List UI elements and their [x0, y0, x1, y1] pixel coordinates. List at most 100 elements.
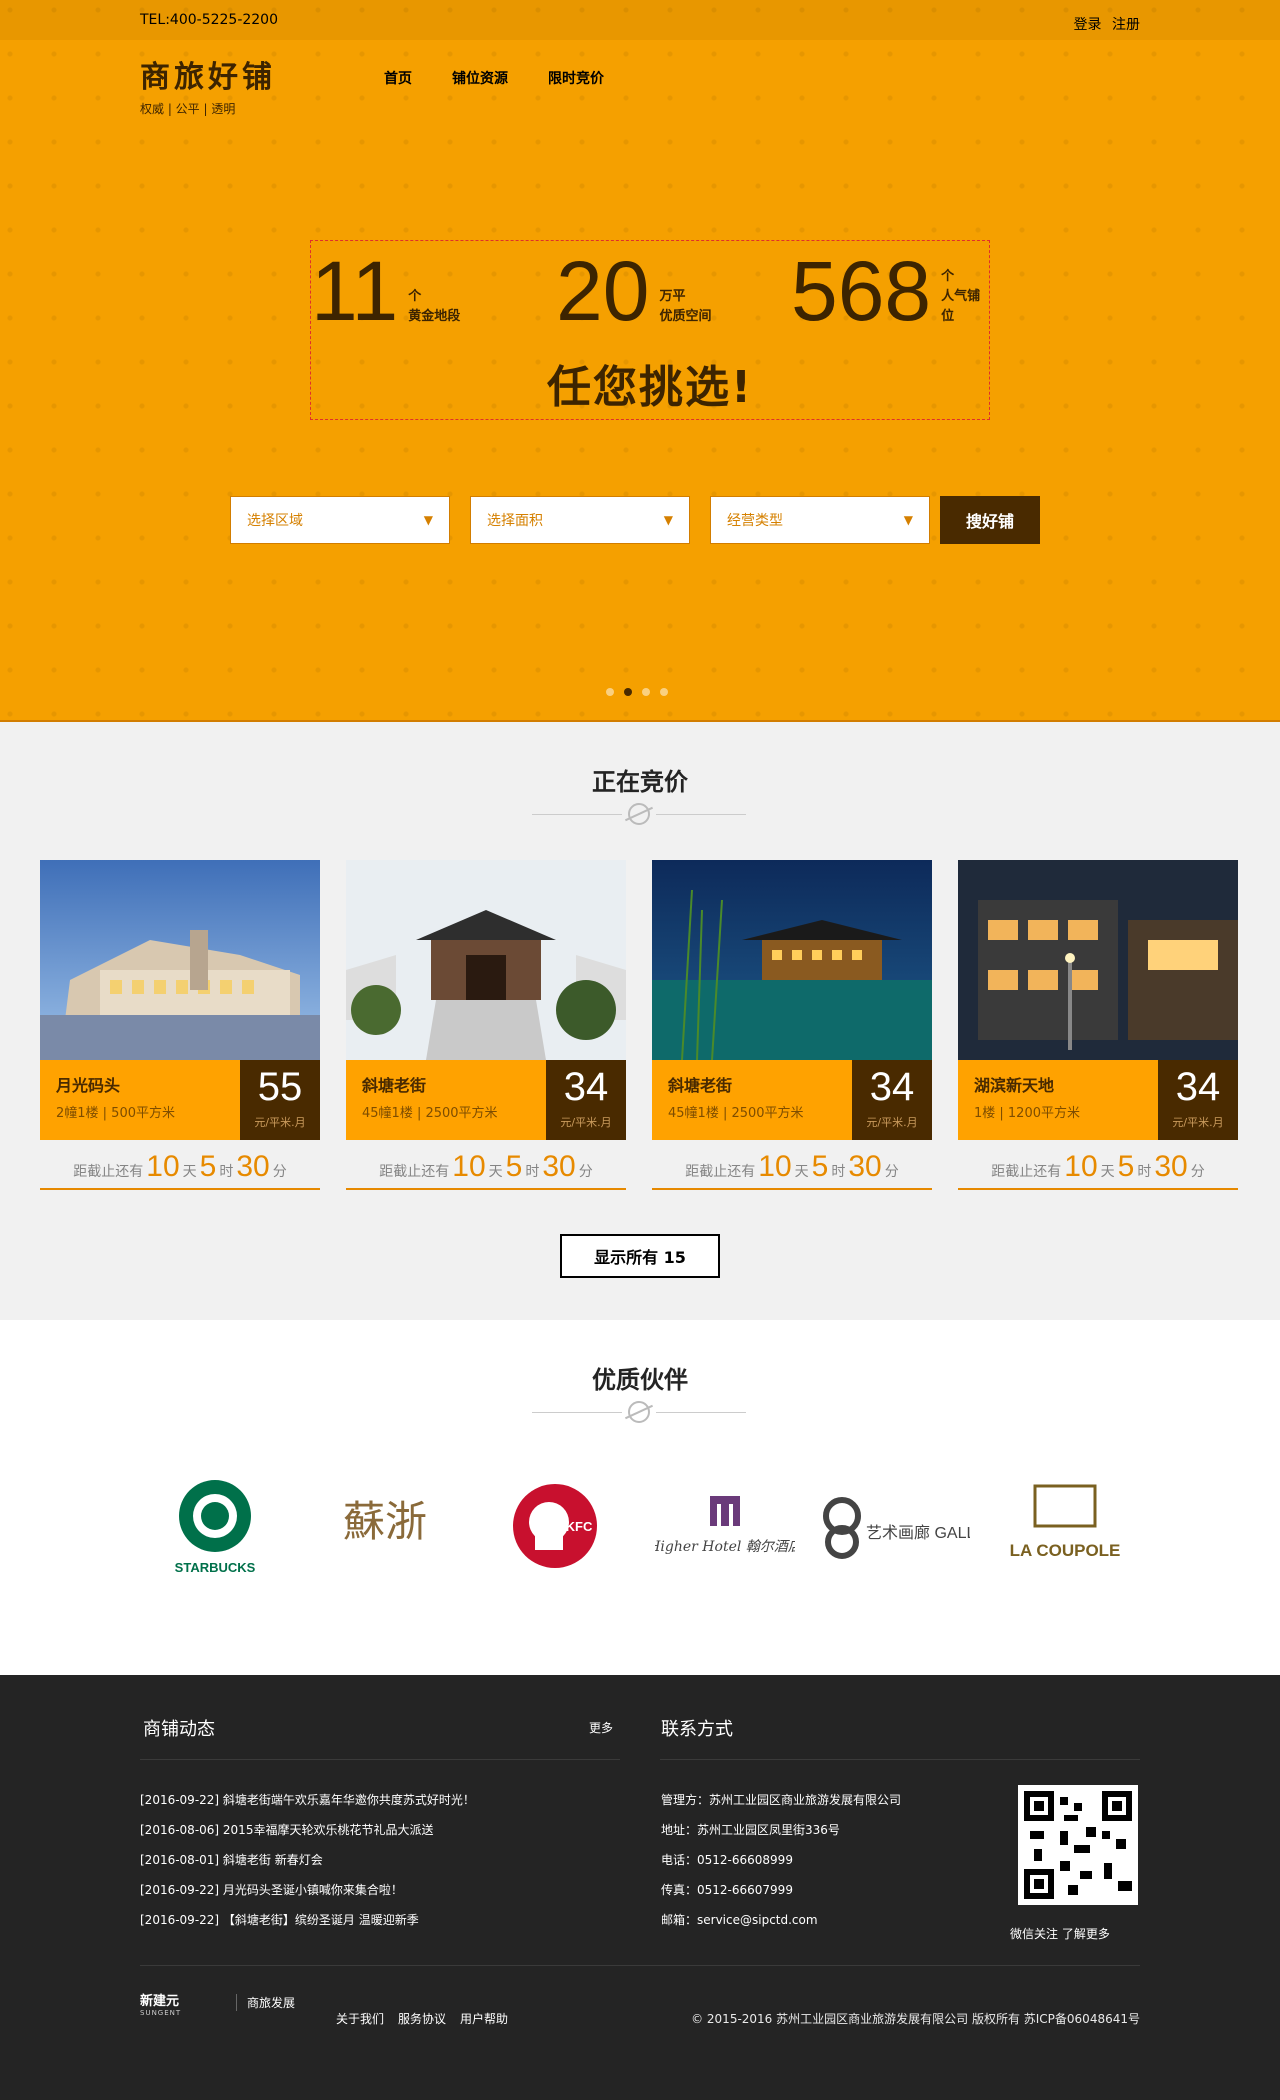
- shop-photo: [40, 860, 320, 1060]
- price-box: 34 元/平米.月: [546, 1060, 626, 1140]
- minutes-unit: 分: [884, 1164, 899, 1180]
- svg-text:蘇浙: 蘇浙: [343, 1497, 427, 1546]
- shop-photo-art: [958, 860, 1238, 1060]
- svg-text:Higher Hotel 翰尔酒店: Higher Hotel 翰尔酒店: [655, 1539, 795, 1555]
- contact-list: 管理方：苏州工业园区商业旅游发展有限公司 地址：苏州工业园区凤里街336号 电话…: [661, 1785, 901, 1935]
- hero-banner: TEL:400-5225-2200 登录 注册 商旅好铺 权威 | 公平 | 透…: [0, 0, 1280, 720]
- countdown: 距截止还有 10 天 5时 30 分: [652, 1150, 932, 1190]
- area-select[interactable]: 选择区域 ▼: [230, 496, 450, 544]
- minutes-unit: 分: [272, 1164, 287, 1180]
- chevron-down-icon: ▼: [423, 513, 433, 527]
- brand2-name: 商旅发展: [247, 1996, 296, 2010]
- carousel-dot[interactable]: [606, 688, 614, 696]
- days-unit: 天: [1100, 1164, 1115, 1180]
- stat-unit: 个: [408, 289, 422, 304]
- shop-photo: [652, 860, 932, 1060]
- news-more-link[interactable]: 更多: [589, 1719, 613, 1736]
- shop-name: 斜塘老街: [668, 1076, 733, 1095]
- carousel-dot-active[interactable]: [624, 688, 632, 696]
- terms-link[interactable]: 服务协议: [398, 2010, 446, 2027]
- price-unit: 元/平米.月: [560, 1116, 612, 1129]
- news-item[interactable]: [2016-09-22] 斜塘老街端午欢乐嘉年华邀你共度苏式好时光！: [140, 1785, 640, 1815]
- qr-caption: 微信关注 了解更多: [1010, 1927, 1110, 1941]
- svg-text:STARBUCKS: STARBUCKS: [175, 1560, 256, 1575]
- news-item[interactable]: [2016-09-22] 月光码头圣诞小镇喊你来集合啦！: [140, 1875, 640, 1905]
- countdown-label: 距截止还有: [379, 1164, 450, 1180]
- days-unit: 天: [182, 1164, 197, 1180]
- minutes-unit: 分: [578, 1164, 593, 1180]
- minutes-unit: 分: [1190, 1164, 1205, 1180]
- partner-logo-starbucks[interactable]: STARBUCKS: [140, 1476, 290, 1576]
- countdown-hours: 5: [199, 1150, 217, 1183]
- contact-manager: 管理方：苏州工业园区商业旅游发展有限公司: [661, 1793, 902, 1807]
- stat-number: 11: [311, 244, 399, 338]
- countdown: 距截止还有 10 天 5时 30 分: [958, 1150, 1238, 1190]
- partner-logo-higher-hotel[interactable]: Higher Hotel 翰尔酒店: [650, 1476, 800, 1576]
- stat-space: 20 万平 优质空间: [556, 241, 711, 341]
- size-select[interactable]: 选择面积 ▼: [470, 496, 690, 544]
- register-link[interactable]: 注册: [1112, 17, 1140, 33]
- type-select[interactable]: 经营类型 ▼: [710, 496, 930, 544]
- card-info: 月光码头 2幢1楼 | 500平方米 55 元/平米.月: [40, 1060, 320, 1140]
- main-nav: 首页 铺位资源 限时竞价: [384, 68, 604, 88]
- section-title: 优质伙伴: [592, 1366, 688, 1394]
- shop-meta: 45幢1楼 | 2500平方米: [362, 1106, 498, 1121]
- news-item[interactable]: [2016-08-06] 2015幸福摩天轮欢乐桃花节礼品大派送: [140, 1815, 640, 1845]
- qr-code-icon: [1024, 1791, 1132, 1899]
- shop-meta: 2幢1楼 | 500平方米: [56, 1106, 175, 1121]
- news-item[interactable]: [2016-08-01] 斜塘老街 新春灯会: [140, 1845, 640, 1875]
- price-box: 55 元/平米.月: [240, 1060, 320, 1140]
- partner-logo-gallery[interactable]: 艺术画廊 GALLERY: [820, 1476, 970, 1576]
- news-item[interactable]: [2016-09-22] 【斜塘老街】缤纷圣诞月 温暖迎新季: [140, 1905, 640, 1935]
- contact-phone: 电话：0512-66608999: [661, 1853, 793, 1867]
- countdown-hours: 5: [505, 1150, 523, 1183]
- partner-logo-la-coupole[interactable]: LA COUPOLE: [990, 1476, 1140, 1576]
- news-heading: 商铺动态: [143, 1719, 215, 1740]
- stat-number: 20: [556, 244, 650, 338]
- partner-logo-suzhe[interactable]: 蘇浙: [310, 1476, 460, 1576]
- logo-title: 商旅好铺: [140, 60, 276, 95]
- countdown-days: 10: [758, 1150, 792, 1183]
- auction-card[interactable]: 湖滨新天地 1楼 | 1200平方米 34 元/平米.月 距截止还有 10 天 5…: [958, 860, 1238, 1190]
- sungent-logo[interactable]: 新建元 SUNGENT: [140, 1990, 181, 2017]
- carousel-dot[interactable]: [642, 688, 650, 696]
- shanglv-logo[interactable]: 商旅发展: [236, 1994, 295, 2011]
- hours-unit: 时: [219, 1164, 234, 1180]
- chevron-down-icon: ▼: [663, 513, 673, 527]
- auction-card[interactable]: 斜塘老街 45幢1楼 | 2500平方米 34 元/平米.月 距截止还有 10 天…: [346, 860, 626, 1190]
- news-list: [2016-09-22] 斜塘老街端午欢乐嘉年华邀你共度苏式好时光！ [2016…: [140, 1785, 640, 1935]
- auction-card[interactable]: 斜塘老街 45幢1楼 | 2500平方米 34 元/平米.月 距截止还有 10 天…: [652, 860, 932, 1190]
- contact-email[interactable]: 邮箱：service@sipctd.com: [661, 1905, 901, 1935]
- help-link[interactable]: 用户帮助: [460, 2010, 508, 2027]
- nav-resources[interactable]: 铺位资源: [452, 68, 508, 88]
- shop-photo-art: [652, 860, 932, 1060]
- search-button[interactable]: 搜好铺: [940, 496, 1040, 544]
- card-info: 斜塘老街 45幢1楼 | 2500平方米 34 元/平米.月: [652, 1060, 932, 1140]
- brand1-sub: SUNGENT: [140, 2009, 182, 2017]
- stat-unit: 万平: [659, 289, 686, 304]
- price-value: 34: [563, 1065, 609, 1109]
- carousel-dot[interactable]: [660, 688, 668, 696]
- shop-name: 月光码头: [56, 1076, 121, 1095]
- nav-home[interactable]: 首页: [384, 68, 412, 88]
- hours-unit: 时: [1137, 1164, 1152, 1180]
- shop-photo-art: [346, 860, 626, 1060]
- about-link[interactable]: 关于我们: [336, 2010, 384, 2027]
- login-link[interactable]: 登录: [1074, 17, 1102, 33]
- partners-section: 优质伙伴 STARBUCKS 蘇浙 KFC Higher Hotel 翰尔酒店: [0, 1320, 1280, 1675]
- shop-meta: 45幢1楼 | 2500平方米: [668, 1106, 804, 1121]
- countdown-days: 10: [452, 1150, 486, 1183]
- countdown-hours: 5: [811, 1150, 829, 1183]
- stat-locations: 11 个黄金地段: [311, 241, 460, 341]
- auction-section: 正在竞价 月光码头 2幢1楼 | 500平方米 55 元/平米.月 距截止还有 …: [0, 720, 1280, 1320]
- nav-auction[interactable]: 限时竞价: [548, 68, 604, 88]
- search-bar: 选择区域 ▼ 选择面积 ▼ 经营类型 ▼ 搜好铺: [230, 496, 1040, 544]
- price-value: 34: [869, 1065, 915, 1109]
- stat-shops: 568 个人气铺位: [791, 241, 989, 341]
- site-logo[interactable]: 商旅好铺 权威 | 公平 | 透明: [140, 52, 310, 116]
- phone-number: TEL:400-5225-2200: [140, 12, 278, 28]
- partner-logo-kfc[interactable]: KFC: [480, 1476, 630, 1576]
- auction-card[interactable]: 月光码头 2幢1楼 | 500平方米 55 元/平米.月 距截止还有 10 天 5…: [40, 860, 320, 1190]
- svg-text:LA COUPOLE: LA COUPOLE: [1010, 1541, 1121, 1560]
- show-all-button[interactable]: 显示所有 15: [560, 1234, 720, 1278]
